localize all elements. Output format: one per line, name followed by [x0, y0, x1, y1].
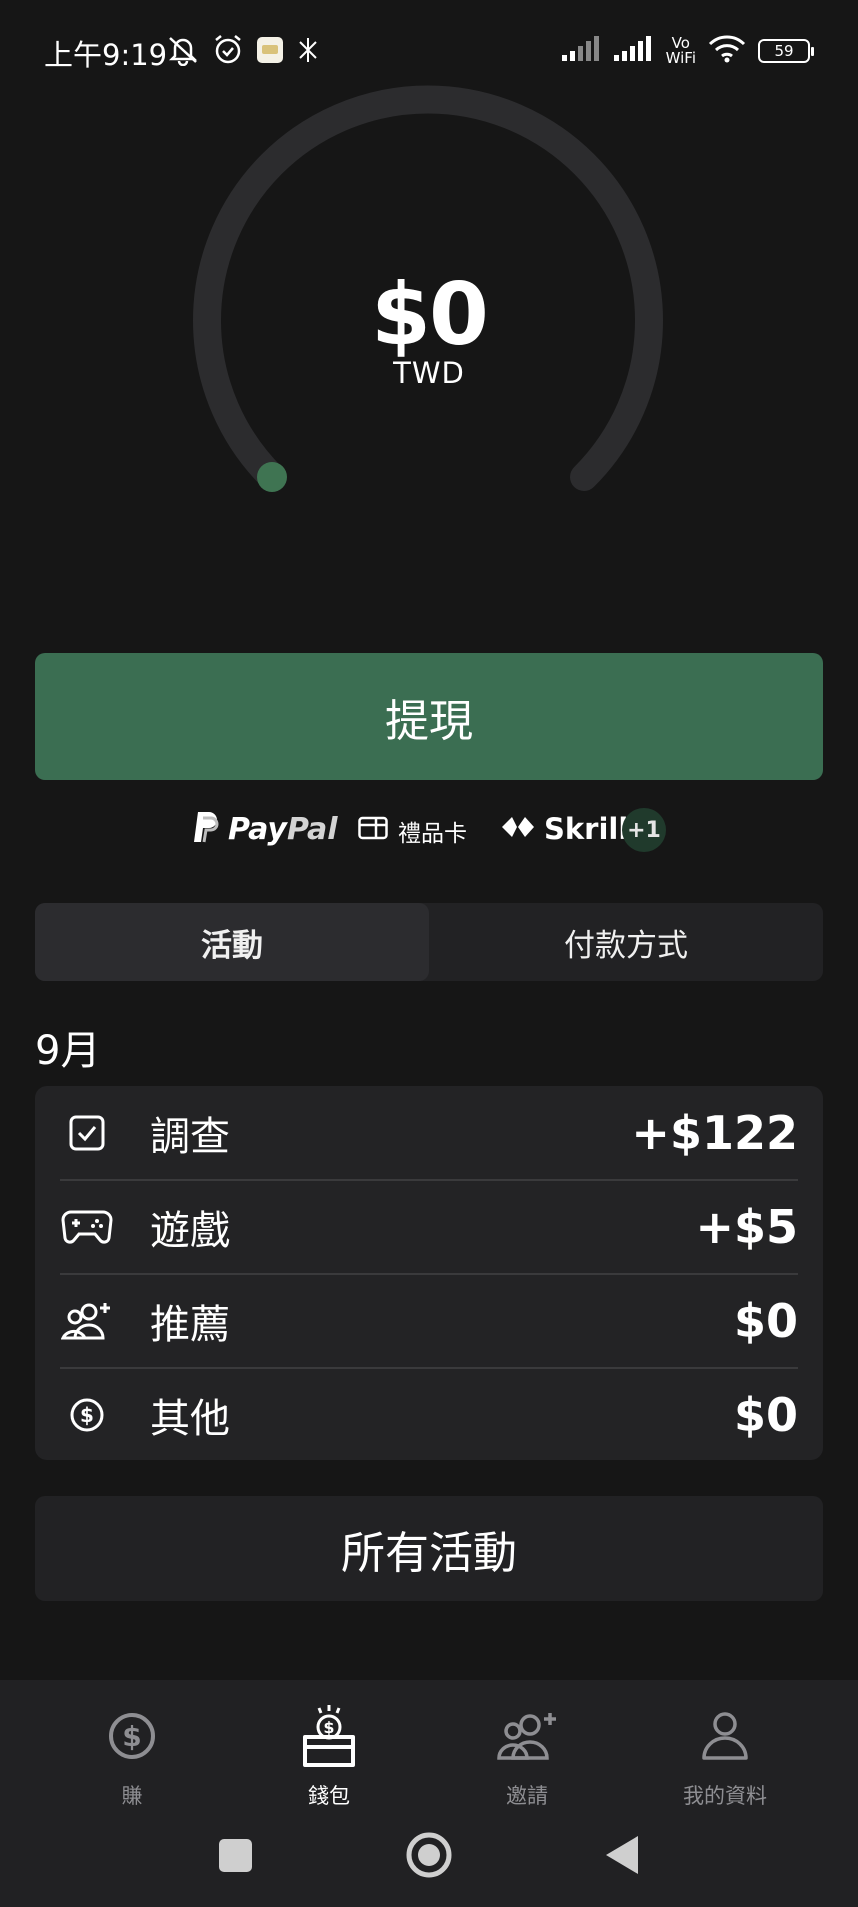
- nav-earn[interactable]: $ 賺: [32, 1700, 232, 1810]
- back-button: [606, 1836, 638, 1874]
- referral-icon: [60, 1294, 114, 1348]
- all-activity-button[interactable]: 所有活動: [35, 1496, 823, 1601]
- gamepad-icon: [60, 1200, 114, 1254]
- balance-amount: $0: [371, 265, 489, 365]
- activity-row-other[interactable]: $ 其他 $0: [60, 1368, 798, 1462]
- activity-label: 遊戲: [150, 1208, 230, 1254]
- activity-row-survey[interactable]: 調查 +$122: [60, 1086, 798, 1180]
- system-nav-bar: [0, 1820, 858, 1890]
- wallet-icon: $: [229, 1700, 429, 1772]
- svg-text:$: $: [80, 1403, 94, 1427]
- gauge-progress-dot: [257, 462, 287, 492]
- paypal-icon: [192, 810, 220, 848]
- invite-icon: [427, 1700, 627, 1772]
- activity-amount: +$122: [631, 1106, 798, 1160]
- giftcard-label: 禮品卡: [398, 821, 467, 847]
- activity-label: 調查: [150, 1114, 230, 1160]
- activity-row-referral[interactable]: 推薦 $0: [60, 1274, 798, 1368]
- activity-label: 其他: [150, 1396, 230, 1442]
- activity-card: 調查 +$122 遊戲 +$5 推薦 $0 $ 其他 $0: [35, 1086, 823, 1460]
- nav-label: 賺: [121, 1784, 143, 1808]
- giftcard-method: 禮品卡: [358, 814, 467, 848]
- svg-text:$: $: [122, 1720, 141, 1753]
- paypal-label-pal: Pal: [286, 811, 338, 847]
- svg-text:$: $: [323, 1718, 334, 1737]
- more-methods-badge[interactable]: +1: [622, 808, 666, 852]
- skrill-label: Skrill: [544, 812, 629, 846]
- checkbox-icon: [60, 1106, 114, 1160]
- paypal-label-pay: Pay: [228, 811, 287, 847]
- tab-bar: 活動 付款方式: [35, 903, 823, 981]
- skrill-method: Skrill: [500, 812, 628, 846]
- activity-label: 推薦: [150, 1302, 230, 1348]
- skrill-icon: [500, 812, 536, 846]
- month-label: 9月: [35, 1028, 101, 1074]
- activity-amount: $0: [733, 1294, 798, 1348]
- paypal-label: PayPal: [228, 812, 338, 847]
- nav-invite[interactable]: 邀請: [427, 1700, 627, 1810]
- dollar-coin-icon: $: [60, 1388, 114, 1442]
- balance-currency: TWD: [393, 356, 465, 390]
- tab-activity[interactable]: 活動: [35, 903, 429, 981]
- withdraw-button[interactable]: 提現: [35, 653, 823, 780]
- activity-row-games[interactable]: 遊戲 +$5: [60, 1180, 798, 1274]
- nav-wallet[interactable]: $ 錢包: [229, 1700, 429, 1810]
- nav-label: 我的資料: [683, 1784, 767, 1808]
- profile-icon: [625, 1700, 825, 1772]
- activity-amount: $0: [733, 1388, 798, 1442]
- nav-label: 錢包: [308, 1784, 350, 1808]
- nav-profile[interactable]: 我的資料: [625, 1700, 825, 1810]
- tab-payment-methods[interactable]: 付款方式: [429, 903, 823, 981]
- payment-methods: PayPal 禮品卡 Skrill +1: [0, 808, 858, 858]
- dollar-coin-icon: $: [32, 1700, 232, 1772]
- recents-button: [219, 1839, 252, 1872]
- paypal-method: PayPal: [192, 810, 338, 848]
- nav-label: 邀請: [506, 1784, 548, 1808]
- giftcard-icon: [358, 816, 388, 846]
- activity-amount: +$5: [695, 1200, 798, 1254]
